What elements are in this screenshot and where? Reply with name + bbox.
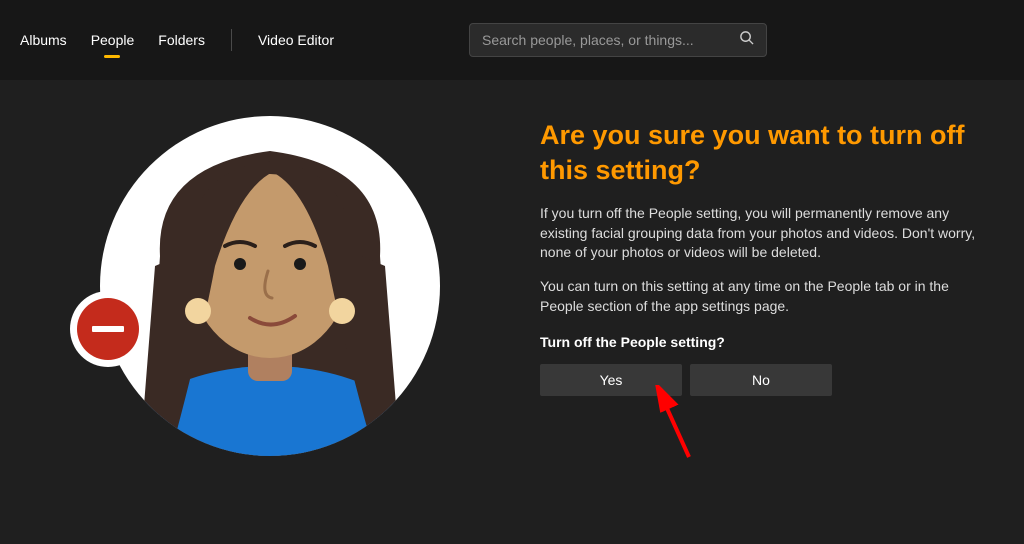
illustration-pane	[0, 116, 540, 456]
content-area: Are you sure you want to turn off this s…	[0, 80, 1024, 456]
search-icon	[739, 30, 754, 50]
avatar-illustration	[100, 116, 440, 456]
remove-badge	[70, 291, 146, 367]
button-row: Yes No	[540, 364, 984, 396]
tab-video-editor[interactable]: Video Editor	[258, 24, 334, 56]
tab-albums[interactable]: Albums	[20, 24, 67, 56]
search-box[interactable]	[469, 23, 767, 57]
app-header: Albums People Folders Video Editor	[0, 0, 1024, 80]
dialog-body-1: If you turn off the People setting, you …	[540, 204, 984, 263]
no-button[interactable]: No	[690, 364, 832, 396]
tab-folders[interactable]: Folders	[158, 24, 205, 56]
tab-divider	[231, 29, 232, 51]
dialog-prompt: Turn off the People setting?	[540, 334, 984, 350]
dialog-body-2: You can turn on this setting at any time…	[540, 277, 984, 316]
dialog-panel: Are you sure you want to turn off this s…	[540, 116, 984, 456]
tab-bar: Albums People Folders Video Editor	[20, 24, 334, 56]
dialog-heading: Are you sure you want to turn off this s…	[540, 118, 984, 188]
tab-people[interactable]: People	[91, 24, 135, 56]
yes-button[interactable]: Yes	[540, 364, 682, 396]
minus-icon	[77, 298, 139, 360]
search-input[interactable]	[482, 32, 739, 48]
